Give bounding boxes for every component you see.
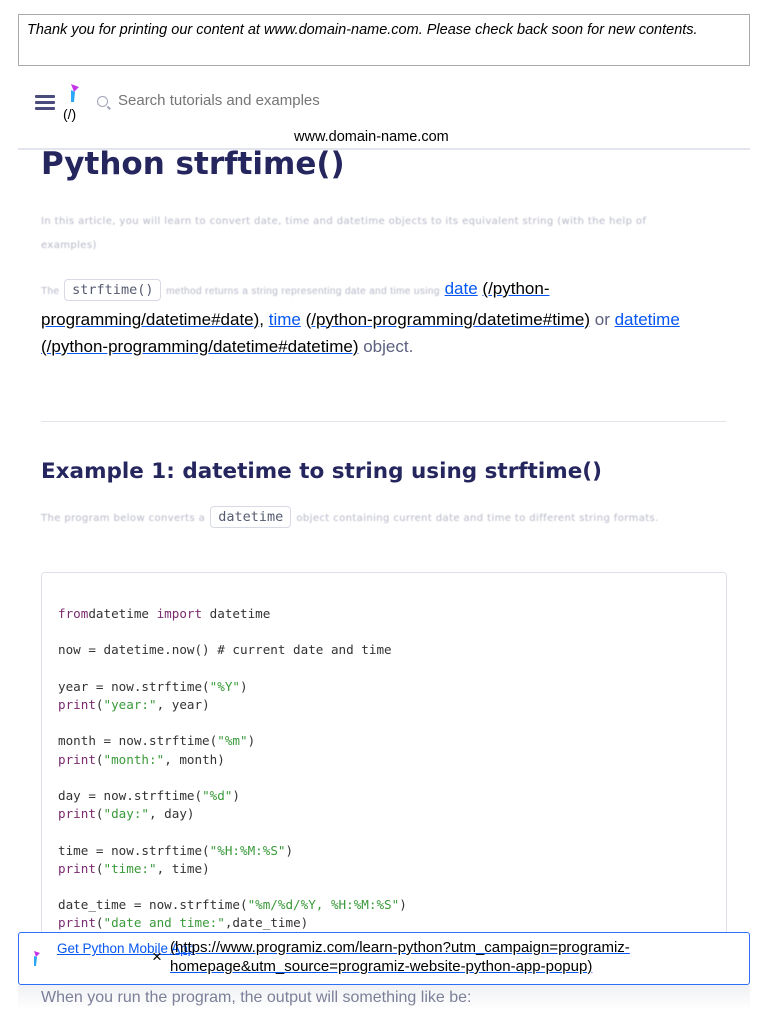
example-heading: Example 1: datetime to string using strf… (41, 459, 602, 484)
code-string: "year:" (103, 697, 157, 713)
app-link-url[interactable]: (https://www.programiz.com/learn-python?… (170, 938, 730, 976)
code-line: day = now.strftime("%d") (58, 787, 710, 805)
code-keyword: print (58, 915, 96, 931)
code-text: datetime (202, 606, 271, 621)
intro-paragraph: In this article, you will learn to conve… (41, 216, 647, 251)
link-date[interactable]: date (445, 279, 478, 298)
programiz-logo-icon (34, 951, 40, 966)
code-string: "time:" (103, 860, 157, 876)
link-datetime[interactable]: datetime (615, 310, 680, 329)
code-text: month = now.strftime( (58, 733, 218, 749)
code-text: ) (232, 788, 240, 804)
code-block[interactable]: fromdatetime import datetime now = datet… (41, 572, 727, 972)
code-line: print("year:", year) (58, 696, 710, 714)
code-string: "month:" (103, 751, 165, 767)
close-icon[interactable]: × (152, 947, 162, 967)
code-string: "%H:%M:%S" (209, 842, 286, 858)
example-text: The program below converts a (41, 513, 206, 524)
search-icon (97, 96, 108, 107)
code-text: now = datetime.now() # current date and … (58, 642, 392, 658)
code-line: print("time:", time) (58, 860, 710, 878)
code-text: , day) (149, 806, 195, 822)
code-text: , time) (156, 860, 210, 876)
or-text: or (594, 309, 610, 329)
code-line: print("month:", month) (58, 751, 710, 769)
code-string: "date and time:" (103, 915, 225, 931)
code-text: ,date_time) (224, 915, 309, 931)
desc-text: method returns a string representing dat… (166, 286, 440, 297)
code-line: fromdatetime import datetime (58, 605, 710, 623)
print-notice: Thank you for printing our content at ww… (18, 14, 750, 66)
code-line: month = now.strftime("%m") (58, 732, 710, 750)
section-divider (41, 421, 726, 422)
code-text: datetime (88, 606, 157, 621)
code-line: print("date and time:",date_time) (58, 914, 710, 932)
code-string: "%m" (217, 733, 248, 749)
code-line: date_time = now.strftime("%m/%d/%Y, %H:%… (58, 896, 710, 914)
object-text: object. (363, 337, 414, 356)
app-banner: Get Python Mobile App × (https://www.pro… (18, 932, 750, 985)
code-keyword: print (58, 860, 96, 876)
code-text: day = now.strftime( (58, 788, 203, 804)
code-text: ( (95, 806, 104, 822)
code-text: ( (95, 915, 104, 931)
code-string: "day:" (103, 806, 150, 822)
app-url-text[interactable]: (https://www.programiz.com/learn-python?… (170, 939, 630, 975)
code-text: year = now.strftime( (58, 678, 210, 694)
search-input[interactable] (118, 92, 418, 109)
code-keyword: from (58, 606, 89, 621)
inline-code-strftime: strftime() (64, 279, 162, 301)
code-text: ) (285, 842, 294, 858)
code-keyword: print (58, 697, 96, 713)
hamburger-menu-icon[interactable] (35, 95, 55, 110)
code-text: , month) (164, 751, 225, 767)
code-text: ( (95, 860, 104, 876)
code-text: ) (247, 733, 256, 749)
code-text: ) (240, 678, 248, 694)
code-text: ( (95, 697, 104, 713)
inline-code-datetime: datetime (210, 506, 292, 528)
example-description: The program below converts a datetime ob… (41, 503, 721, 532)
code-line: year = now.strftime("%Y") (58, 678, 710, 696)
page-title: Python strftime() (41, 146, 345, 182)
logo-link[interactable]: (/) (63, 106, 76, 122)
code-keyword: print (58, 751, 96, 767)
code-text: time = now.strftime( (58, 842, 210, 858)
code-string: "%Y" (209, 678, 240, 694)
code-text: , year) (156, 697, 210, 713)
code-text: ) (399, 897, 407, 913)
link-time[interactable]: time (269, 310, 301, 329)
description-paragraph: The strftime() method returns a string r… (41, 279, 680, 356)
code-text: date_time = now.strftime( (58, 897, 248, 913)
link-datetime-href[interactable]: (/python-programming/datetime#datetime) (41, 337, 358, 356)
desc-text: The (41, 286, 60, 297)
code-string: "%d" (202, 788, 233, 804)
code-string: "%m/%d/%Y, %H:%M:%S" (247, 897, 400, 913)
code-line: print("day:", day) (58, 805, 710, 823)
code-line: now = datetime.now() # current date and … (58, 641, 710, 659)
link-time-href[interactable]: (/python-programming/datetime#time) (306, 310, 590, 329)
example-text: object containing current date and time … (296, 513, 659, 524)
output-intro-text: When you run the program, the output wil… (41, 989, 472, 1006)
code-line: time = now.strftime("%H:%M:%S") (58, 842, 710, 860)
code-keyword: print (58, 806, 96, 822)
code-text: ( (95, 751, 104, 767)
programiz-logo-icon[interactable] (68, 83, 82, 103)
code-keyword: import (156, 606, 203, 621)
domain-watermark: www.domain-name.com (294, 129, 449, 145)
